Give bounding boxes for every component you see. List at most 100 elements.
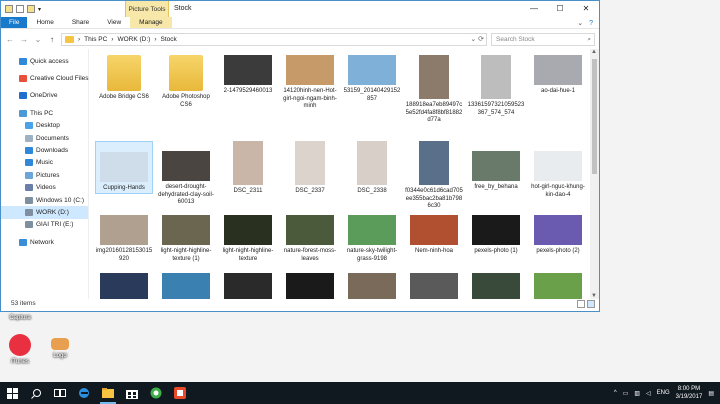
image-file-item[interactable]: DSC_2311 [219,141,277,196]
nav-item[interactable]: WORK (D:) [1,206,88,219]
vertical-scrollbar[interactable]: ▲ ▼ [590,49,599,299]
image-file-item[interactable] [95,273,153,299]
image-file-item[interactable]: 14120hinh-nen-Hot-girl-ngoi-ngam-binh-mi… [281,55,339,111]
videos-icon [25,184,33,192]
image-file-item[interactable]: hot-girl-nguc-khung-kin-dao-4 [529,141,587,199]
image-file-item[interactable]: desert-drought-dehydrated-clay-soil-6001… [157,141,215,207]
details-view-icon[interactable] [577,300,585,308]
notifications-icon[interactable]: ▤ [708,390,714,397]
task-view-button[interactable] [48,382,72,404]
back-button[interactable]: ← [5,35,15,44]
image-file-item[interactable]: img20160128153015920 [95,215,153,263]
close-button[interactable]: ✕ [573,1,599,17]
scrollbar-thumb[interactable] [592,59,597,174]
image-file-item[interactable]: DSC_2337 [281,141,339,196]
image-file-item[interactable]: Nem-ninh-hoa [405,215,463,256]
image-file-item[interactable]: 188918ea7eb89497c5e52fd4fa8f8bf81882d77a [405,55,463,125]
tab-share[interactable]: Share [63,17,98,28]
image-file-item[interactable] [281,273,339,299]
new-folder-icon[interactable] [27,5,35,13]
scroll-up-icon[interactable]: ▲ [591,49,597,55]
image-file-item[interactable]: light-night-highline-texture (1) [157,215,215,263]
clock[interactable]: 8:00 PM 3/19/2017 [676,385,703,401]
chevron-up-icon[interactable]: ^ [614,390,617,396]
image-file-item[interactable]: free_by_behana [467,141,525,192]
maximize-button[interactable]: ☐ [547,1,573,17]
nav-item[interactable]: Pictures [1,169,88,181]
nav-item[interactable]: Videos [1,182,88,194]
tab-view[interactable]: View [98,17,130,28]
image-file-item[interactable]: ao-dai-hue-1 [529,55,587,96]
image-file-item[interactable]: nature-sky-twilight-grass-9198 [343,215,401,263]
minimize-button[interactable]: — [521,1,547,17]
start-button[interactable] [0,382,24,404]
store-button[interactable] [120,382,144,404]
file-name: light-night-highline-texture (1) [160,248,212,262]
customize-toolbar-icon[interactable]: ▾ [38,6,41,13]
image-file-item[interactable]: pexels-photo (1) [467,215,525,256]
image-file-item[interactable]: pexels-photo (2) [529,215,587,256]
network-icon[interactable]: ▥ [634,390,640,397]
help-icon[interactable]: ? [589,20,593,27]
image-file-item[interactable] [219,273,277,299]
image-thumbnail [534,55,582,85]
volume-icon[interactable]: ◁ [646,390,651,397]
image-file-item[interactable]: nature-forest-moss-leaves [281,215,339,263]
image-file-item[interactable]: Cupping-Hands [95,141,153,194]
nav-item[interactable]: Creative Cloud Files [1,72,89,84]
nav-item[interactable]: Quick access [1,55,88,67]
desktop-icon-itunes[interactable]: iTunes [2,334,38,365]
nav-item[interactable]: OneDrive [1,90,88,102]
image-file-item[interactable]: 53159_20140429152857 [343,55,401,103]
battery-icon[interactable]: ▭ [623,390,629,397]
nav-item[interactable]: Downloads [1,144,88,156]
up-button[interactable]: ↑ [47,35,57,44]
snagit-button[interactable] [168,382,192,404]
forward-button[interactable]: → [19,35,29,44]
refresh-icon[interactable]: ⌄ ⟳ [470,35,484,43]
file-explorer-button[interactable] [96,382,120,404]
desktop-icon-logo[interactable]: Logo [42,338,78,359]
image-file-item[interactable] [529,273,587,299]
image-file-item[interactable]: light-night-highline-texture [219,215,277,263]
language-indicator[interactable]: ENG [657,390,670,396]
tab-manage[interactable]: Manage [130,17,172,28]
folder-item[interactable]: Adobe Photoshop CS6 [157,55,215,109]
image-thumbnail [224,273,272,299]
tab-file[interactable]: File [1,17,28,28]
properties-icon[interactable] [16,5,24,13]
image-file-item[interactable]: DSC_2338 [343,141,401,196]
nav-item[interactable]: This PC [1,107,88,119]
nav-item[interactable]: Desktop [1,120,88,132]
image-file-item[interactable]: f0344e0c61d6cad705ee355bac2ba81b7986c30 [405,141,463,211]
large-icons-view-icon[interactable] [587,300,595,308]
view-switcher [577,300,595,308]
nav-item[interactable]: Windows 10 (C:) [1,194,88,206]
address-bar[interactable]: › This PC › WORK (D:) › Stock ⌄ ⟳ [61,32,487,46]
image-file-item[interactable] [467,273,525,299]
breadcrumb-work-drive[interactable]: WORK (D:) [117,36,150,43]
nav-item[interactable]: Documents [1,132,88,144]
search-input[interactable]: Search Stock ⌕ [491,32,595,46]
tab-home[interactable]: Home [27,17,62,28]
image-file-item[interactable]: 2-1479529460013 [219,55,277,96]
star-icon [19,57,27,65]
folder-item[interactable]: Adobe Bridge CS6 [95,55,153,102]
image-file-item[interactable] [343,273,401,299]
recent-locations-button[interactable]: ⌄ [33,35,43,44]
image-thumbnail [162,151,210,181]
image-file-item[interactable] [157,273,215,299]
edge-button[interactable] [72,382,96,404]
nav-item[interactable]: Network [1,236,88,248]
chevron-down-icon[interactable]: ⌄ [577,20,583,27]
status-bar: 53 items [1,297,599,311]
nav-item[interactable]: GIAI TRI (E:) [1,219,88,231]
image-file-item[interactable]: 13361597321059523367_574_574 [467,55,525,117]
search-button[interactable] [24,382,48,404]
breadcrumb-this-pc[interactable]: This PC [84,36,107,43]
camtasia-button[interactable] [144,382,168,404]
breadcrumb-stock[interactable]: Stock [161,36,177,43]
image-file-item[interactable] [405,273,463,299]
nav-item[interactable]: Music [1,157,88,169]
title-bar: ▾ Picture Tools Stock — ☐ ✕ [1,1,599,17]
